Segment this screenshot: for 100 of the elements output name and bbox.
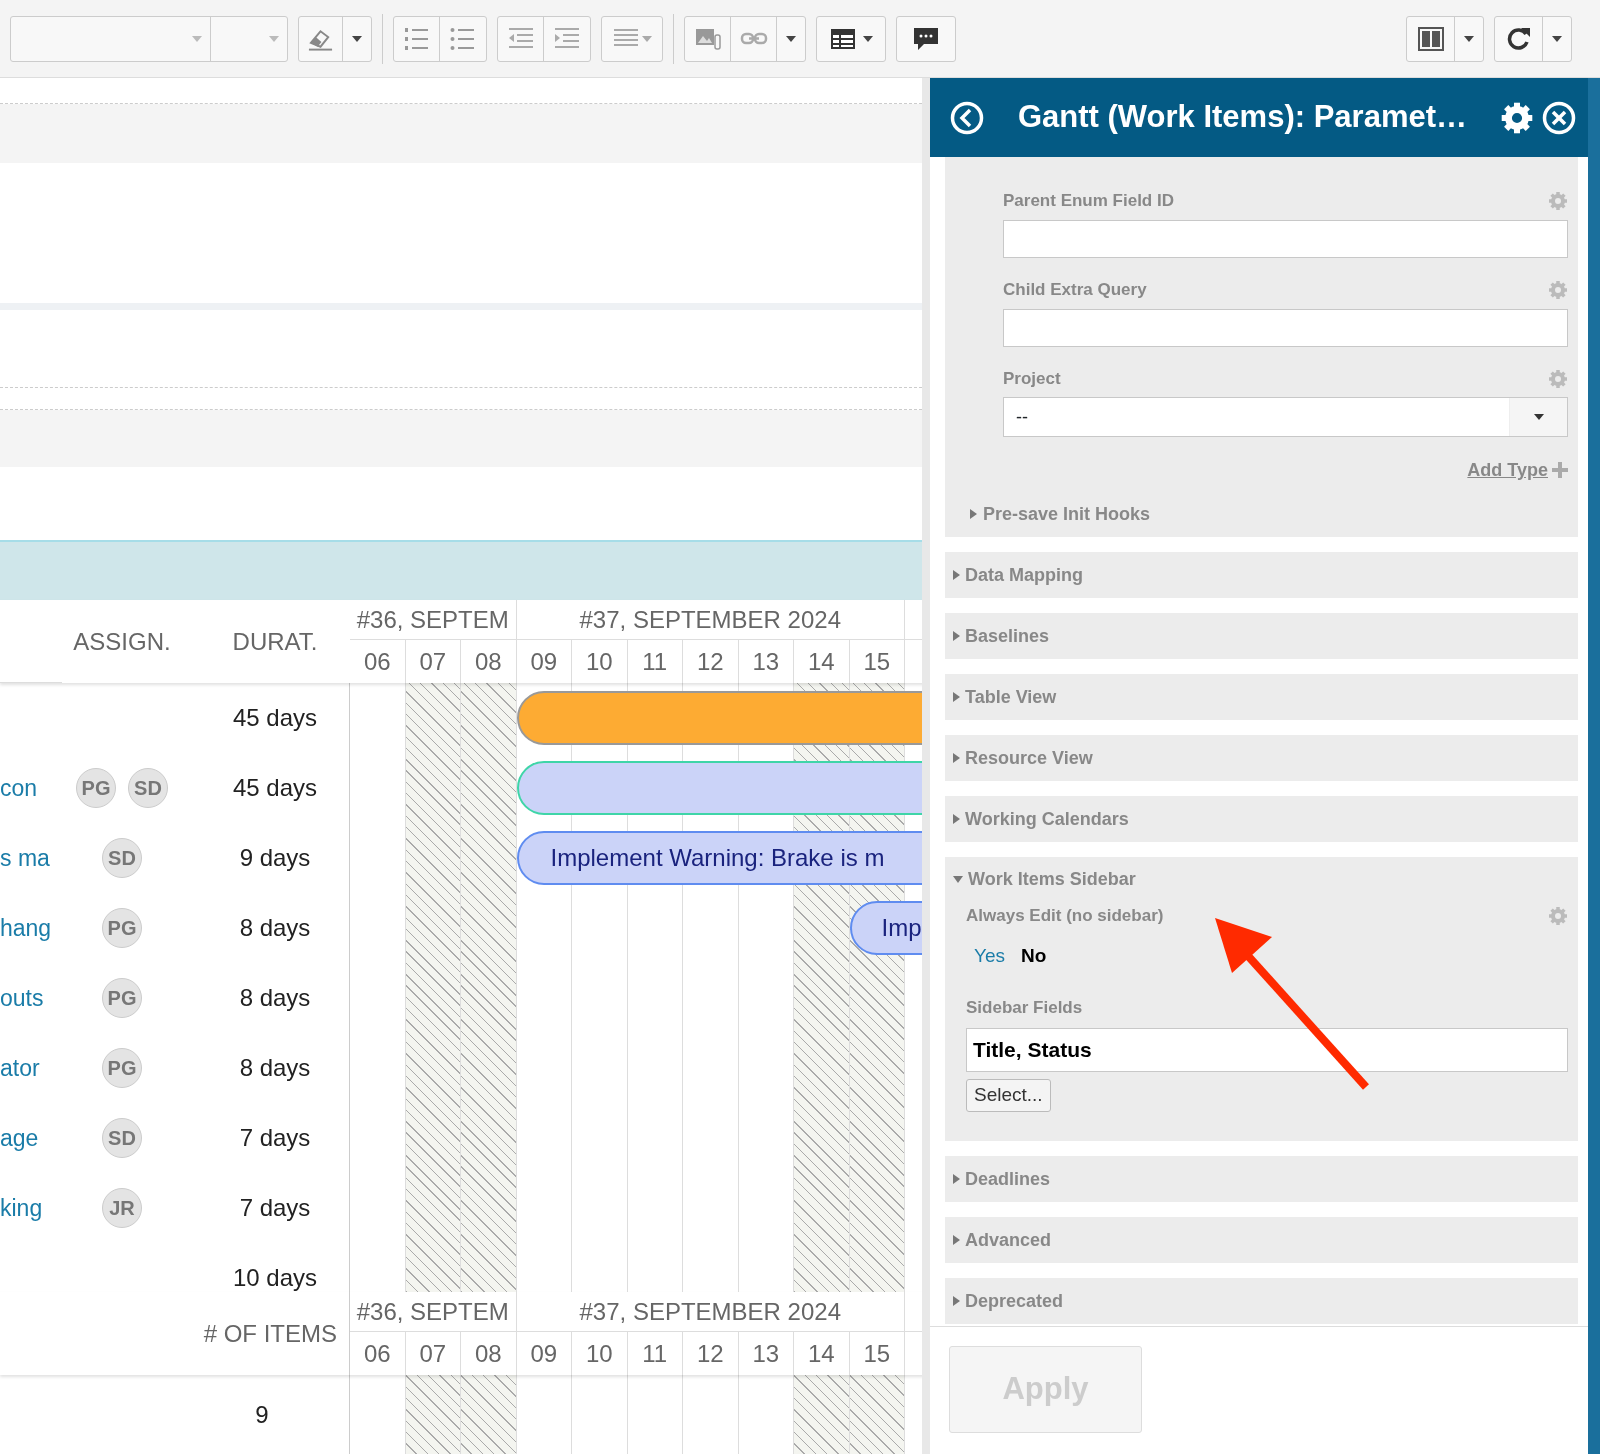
settings-icon[interactable] — [1500, 100, 1534, 135]
week-header: #37, SEPTEMBER 2024 — [516, 1292, 905, 1332]
duration-text: 8 days — [238, 1053, 312, 1083]
duration-text: 8 days — [238, 913, 312, 943]
task-link[interactable]: ator — [0, 1050, 62, 1086]
input-field[interactable] — [1003, 220, 1568, 258]
avatar: SD — [128, 768, 168, 808]
field-label: Parent Enum Field ID — [1003, 190, 1174, 212]
day-header: 15 — [849, 1332, 905, 1375]
caret-right-icon — [953, 1235, 960, 1245]
caret-icon — [863, 35, 873, 42]
day-header: 12 — [683, 640, 739, 683]
day-header: 08 — [461, 1332, 517, 1375]
columns-icon — [1416, 24, 1445, 53]
day-header: 13 — [738, 1332, 794, 1375]
caret-icon — [1552, 35, 1562, 42]
task-link[interactable]: age — [0, 1120, 62, 1156]
task-bar[interactable]: Implement Warning: Brake is m — [516, 831, 922, 885]
section-header[interactable]: Data Mapping — [945, 552, 1578, 598]
duration-text: 45 days — [231, 703, 319, 733]
section-header[interactable]: Baselines — [945, 613, 1578, 659]
caret-icon — [352, 35, 362, 42]
section-header[interactable]: Table View — [945, 674, 1578, 720]
task-bar[interactable]: Imp — [849, 901, 922, 955]
back-icon[interactable] — [950, 100, 984, 135]
summary-bar[interactable] — [516, 691, 922, 745]
day-header: 11 — [627, 1332, 683, 1375]
duration-text: 9 days — [238, 843, 312, 873]
select-button[interactable]: Select... — [966, 1079, 1051, 1112]
field-label: Child Extra Query — [1003, 279, 1147, 301]
day-header: 14 — [794, 640, 850, 683]
day-header: 10 — [572, 1332, 628, 1375]
option-link[interactable]: No — [1021, 941, 1047, 971]
caret-down-icon — [953, 875, 963, 883]
day-header: 08 — [461, 640, 517, 683]
day-header: 09 — [516, 1332, 572, 1375]
task-link[interactable]: con — [0, 770, 62, 806]
input-field[interactable]: Title, Status — [966, 1028, 1568, 1072]
caret-right-icon — [953, 1296, 960, 1306]
avatar: PG — [76, 768, 116, 808]
week-header: #36, SEPTEM — [350, 1292, 517, 1332]
day-header: 09 — [516, 640, 572, 683]
avatar: PG — [102, 1048, 142, 1088]
task-link[interactable]: hang — [0, 910, 62, 946]
section-header[interactable]: Deadlines — [945, 1156, 1578, 1202]
caret-icon — [192, 35, 202, 42]
duration-text: 10 days — [231, 1263, 319, 1292]
project-select[interactable]: -- — [1003, 397, 1568, 437]
avatar: PG — [102, 978, 142, 1018]
day-header: 14 — [794, 1332, 850, 1375]
avatar: SD — [102, 838, 142, 878]
caret-right-icon — [953, 692, 960, 702]
caret-right-icon — [970, 509, 977, 519]
day-header: 06 — [350, 1332, 406, 1375]
day-header: 13 — [738, 640, 794, 683]
caret-icon — [786, 35, 796, 42]
column-header: ASSIGN. — [62, 600, 182, 683]
task-link[interactable]: outs — [0, 980, 62, 1016]
caret-icon — [1533, 414, 1544, 420]
day-header: 06 — [350, 640, 406, 683]
section-header[interactable]: Work Items Sidebar — [953, 868, 1568, 890]
field-label: Always Edit (no sidebar) — [966, 905, 1164, 927]
avatar: JR — [102, 1188, 142, 1228]
task-link[interactable]: king — [0, 1190, 62, 1226]
caret-icon — [1464, 35, 1474, 42]
caret-right-icon — [953, 570, 960, 580]
add-type-link[interactable]: Add Type — [1467, 459, 1548, 481]
field-label: Sidebar Fields — [966, 997, 1083, 1019]
week-header: #36, SEPTEM — [350, 600, 517, 640]
caret-icon — [269, 35, 279, 42]
section-header[interactable]: Working Calendars — [945, 796, 1578, 842]
avatar: SD — [102, 1118, 142, 1158]
font-select[interactable] — [10, 15, 288, 62]
count-text: 9 — [254, 1399, 270, 1430]
week-header: #37, SEPTEMBER 2024 — [516, 600, 905, 640]
caret-right-icon — [953, 631, 960, 641]
section-header[interactable]: Deprecated — [945, 1278, 1578, 1324]
day-header: 07 — [405, 640, 461, 683]
task-link[interactable]: s ma — [0, 840, 62, 876]
subsection-header[interactable]: Pre-save Init Hooks — [970, 503, 1568, 525]
day-header: 15 — [849, 640, 905, 683]
duration-text: 8 days — [238, 983, 312, 1013]
panel-title: Gantt (Work Items): Paramet… — [1017, 98, 1468, 137]
column-header: DURAT. — [182, 600, 350, 683]
column-header: # OF ITEMS — [0, 1292, 350, 1375]
caret-right-icon — [953, 814, 960, 824]
day-header: 11 — [627, 640, 683, 683]
duration-text: 7 days — [238, 1123, 312, 1153]
day-header: 07 — [405, 1332, 461, 1375]
caret-right-icon — [953, 1174, 960, 1184]
day-header: 10 — [572, 640, 628, 683]
section-header[interactable]: Resource View — [945, 735, 1578, 781]
caret-right-icon — [953, 753, 960, 763]
avatar: PG — [102, 908, 142, 948]
option-link[interactable]: Yes — [974, 941, 1005, 971]
section-header[interactable]: Advanced — [945, 1217, 1578, 1263]
duration-text: 45 days — [231, 773, 319, 803]
plus-icon — [1552, 462, 1568, 478]
close-icon[interactable] — [1542, 100, 1576, 135]
input-field[interactable] — [1003, 309, 1568, 347]
